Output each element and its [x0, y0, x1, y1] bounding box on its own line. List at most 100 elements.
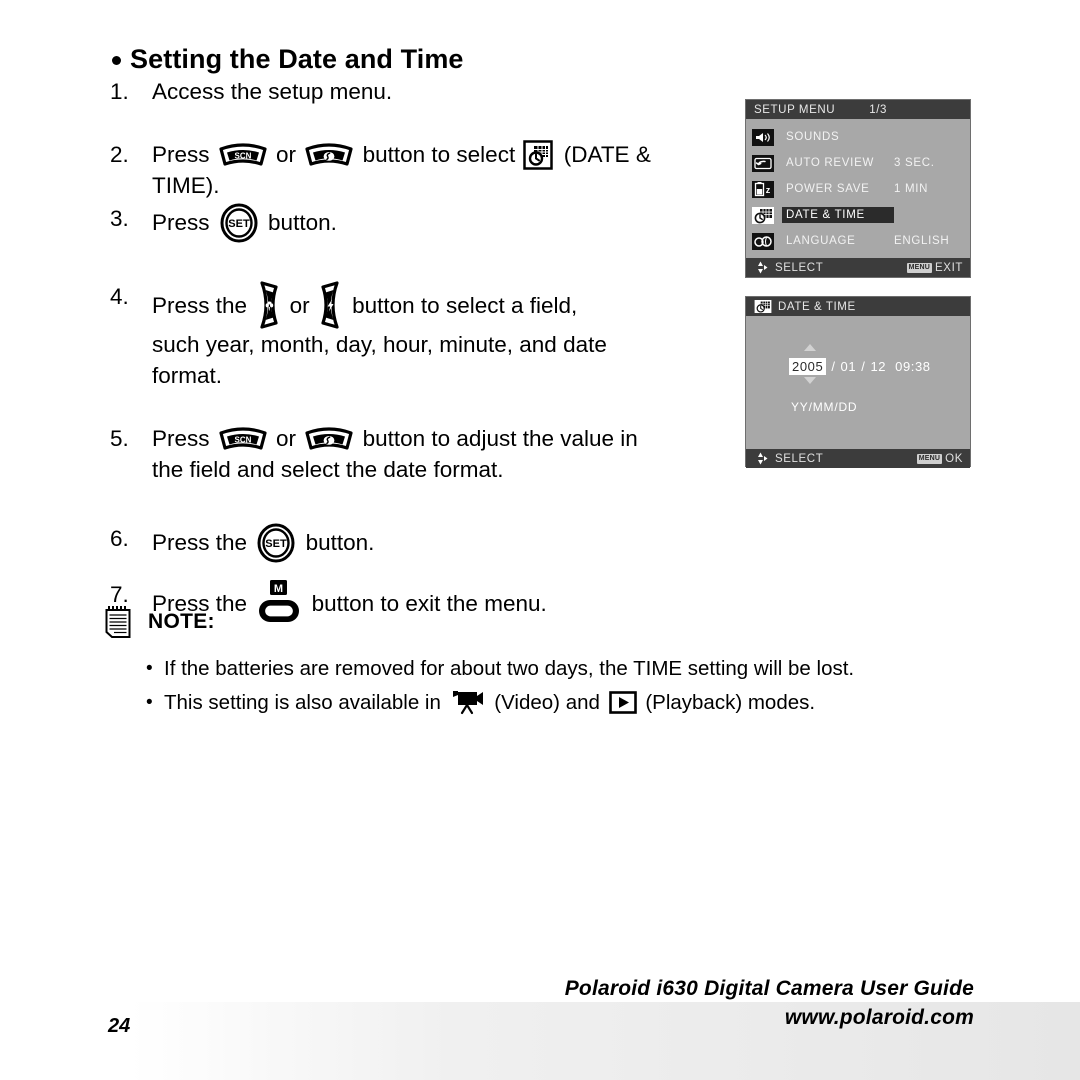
menu-row-auto-review[interactable]: AUTO REVIEW 3 SEC.	[746, 150, 970, 176]
svg-text:SCN: SCN	[234, 152, 251, 161]
note-item-text: If the batteries are removed for about t…	[164, 657, 855, 680]
speaker-icon	[752, 128, 774, 146]
step-3: 3. Press SET button.	[108, 203, 728, 243]
page-number: 24	[108, 1015, 131, 1037]
heading-bullet-icon	[112, 56, 121, 65]
menu-label: POWER SAVE	[786, 183, 870, 195]
step-4-line2: such year, month, day, hour, minute, and…	[152, 332, 607, 357]
step-3-press-label: Press	[152, 210, 210, 235]
step-4-mid-label: button to select a field,	[352, 293, 578, 318]
menu-value: 3 SEC.	[894, 157, 935, 169]
decrement-arrow-icon[interactable]	[804, 377, 816, 384]
set-button-icon: SET	[219, 203, 259, 243]
scene-mode-button-icon: SCN	[219, 427, 267, 452]
note-block: NOTE: • If the batteries are removed for…	[104, 604, 914, 720]
menu-label: SOUNDS	[786, 131, 840, 143]
scene-mode-button-icon: SCN	[219, 143, 267, 168]
menu-row-power-save[interactable]: z POWER SAVE 1 MIN	[746, 176, 970, 202]
step-2: 2. Press SCN or button to select (DATE &…	[108, 139, 728, 201]
playback-mode-icon	[608, 691, 637, 714]
step-3-body: Press SET button.	[152, 203, 728, 243]
note-bullet-icon: •	[146, 692, 153, 713]
date-time-body: 2005 / 01 / 12 09:38 YY/MM/DD	[746, 316, 970, 449]
menu-label: AUTO REVIEW	[786, 157, 874, 169]
day-field[interactable]: 12	[870, 359, 886, 374]
footer-ok-label: OK	[945, 452, 963, 465]
step-2-body: Press SCN or button to select (DATE & TI…	[152, 139, 728, 201]
navigation-arrows-icon	[753, 260, 768, 275]
step-3-tail-label: button.	[268, 210, 337, 235]
date-time-icon	[754, 300, 772, 313]
month-field[interactable]: 01	[841, 359, 857, 374]
note-item: • If the batteries are removed for about…	[146, 652, 914, 686]
menu-row-date-time[interactable]: DATE & TIME	[746, 202, 970, 228]
note-bullet-icon: •	[146, 658, 153, 679]
step-5-press-label: Press	[152, 426, 210, 451]
date-time-fields: 2005 / 01 / 12 09:38	[789, 358, 931, 375]
menu-label: DATE & TIME	[782, 207, 894, 223]
menu-row-language[interactable]: LANGUAGE ENGLISH	[746, 228, 970, 254]
footer-exit-label: EXIT	[935, 261, 963, 274]
step-2-number: 2.	[110, 142, 129, 167]
date-time-menu-icon	[523, 140, 554, 170]
step-2-mid-label: button to select	[362, 142, 516, 167]
note-item: • This setting is also available in (Vid…	[146, 686, 914, 720]
step-1-number: 1.	[110, 79, 129, 104]
macro-button-icon	[255, 281, 281, 329]
step-3-number: 3.	[110, 206, 129, 231]
increment-arrow-icon[interactable]	[804, 344, 816, 351]
auto-review-icon	[752, 154, 774, 172]
footer-exit-group: MENU EXIT	[906, 261, 963, 274]
step-5-mid-label: button to adjust the value in	[362, 426, 638, 451]
power-save-icon: z	[752, 180, 774, 198]
menu-row-sounds[interactable]: SOUNDS	[746, 124, 970, 150]
note-title: NOTE:	[148, 610, 215, 633]
step-5-line2: the field and select the date format.	[152, 457, 504, 482]
date-separator: /	[861, 359, 866, 374]
step-4-or-label: or	[289, 293, 310, 318]
menu-badge-icon: MENU	[906, 262, 933, 273]
step-6-tail-label: button.	[305, 530, 375, 555]
time-field[interactable]: 09:38	[895, 359, 931, 374]
year-field[interactable]: 2005	[789, 358, 827, 375]
footer-guide-line: Polaroid i630 Digital Camera User Guide	[564, 977, 974, 1000]
setup-menu-footer-bar: SELECT MENU EXIT	[746, 258, 970, 277]
svg-text:SET: SET	[228, 218, 250, 230]
step-2-line2: TIME).	[152, 173, 220, 198]
page-title: Setting the Date and Time	[112, 44, 464, 75]
step-4-press-label: Press the	[152, 293, 248, 318]
instruction-steps: 1. Access the setup menu. 2. Press SCN o…	[108, 76, 728, 627]
step-4-number: 4.	[110, 284, 129, 309]
setup-menu-rows: SOUNDS AUTO REVIEW 3 SEC. z POWER SAVE 1…	[746, 119, 970, 258]
svg-text:SET: SET	[266, 538, 288, 550]
date-time-title: DATE & TIME	[778, 300, 856, 313]
set-button-icon: SET	[256, 523, 296, 563]
note-item2-tail: (Playback) modes.	[645, 691, 816, 714]
step-6: 6. Press the SET button.	[108, 523, 728, 563]
step-2-tail-label: (DATE &	[563, 142, 651, 167]
footer-website: www.polaroid.com	[784, 1006, 974, 1029]
step-5-body: Press SCN or button to adjust the value …	[152, 423, 728, 485]
date-format-field[interactable]: YY/MM/DD	[791, 400, 857, 414]
menu-value: ENGLISH	[894, 235, 950, 247]
footer-text: Polaroid i630 Digital Camera User Guide …	[565, 974, 974, 1032]
step-4-line3: format.	[152, 363, 223, 388]
note-items: • If the batteries are removed for about…	[104, 652, 914, 720]
step-6-body: Press the SET button.	[152, 523, 728, 563]
date-time-footer-bar: SELECT MENU OK	[746, 449, 970, 468]
page-title-text: Setting the Date and Time	[130, 44, 464, 74]
step-6-number: 6.	[110, 526, 129, 551]
date-separator: /	[831, 359, 836, 374]
step-4: 4. Press the or button to select a field…	[108, 281, 728, 391]
step-4-body: Press the or button to select a field, s…	[152, 281, 728, 391]
date-time-screenshot: DATE & TIME 2005 / 01 / 12 09:38 YY/MM/D…	[745, 296, 971, 468]
step-5-or-label: or	[276, 426, 297, 451]
video-mode-icon	[450, 689, 486, 715]
date-time-title-bar: DATE & TIME	[746, 297, 970, 316]
self-timer-button-icon	[305, 427, 353, 452]
step-5-number: 5.	[110, 426, 129, 451]
